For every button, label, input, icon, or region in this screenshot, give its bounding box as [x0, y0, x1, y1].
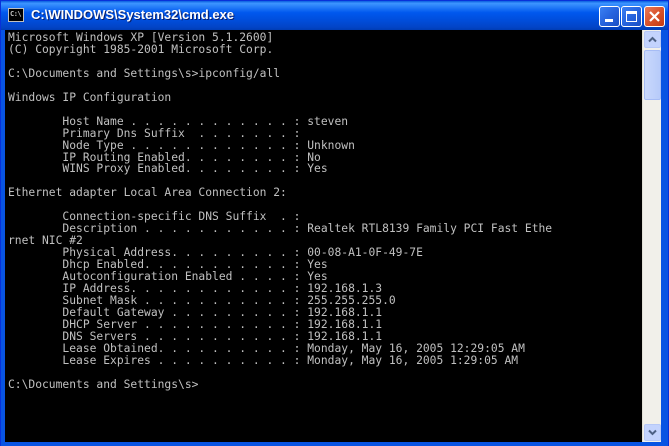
window-title: C:\WINDOWS\System32\cmd.exe — [31, 7, 235, 22]
console-output[interactable]: Microsoft Windows XP [Version 5.1.2600] … — [5, 30, 642, 442]
console-text: Microsoft Windows XP [Version 5.1.2600] … — [5, 30, 642, 391]
cmd-app-icon[interactable]: C:\ — [8, 8, 24, 22]
maximize-button[interactable] — [621, 6, 642, 27]
close-button[interactable] — [644, 6, 665, 27]
console-line: Lease Expires . . . . . . . . . . : Mond… — [8, 353, 519, 367]
console-line: C:\Documents and Settings\s> — [8, 377, 199, 391]
console-line: C:\Documents and Settings\s>ipconfig/all — [8, 66, 281, 80]
minimize-button[interactable] — [599, 6, 620, 27]
cmd-icon-label: C:\ — [10, 10, 22, 18]
console-line: Windows IP Configuration — [8, 90, 172, 104]
chevron-up-icon — [648, 36, 657, 43]
vertical-scrollbar[interactable] — [642, 30, 661, 442]
cmd-window: C:\ C:\WINDOWS\System32\cmd.exe Microsof… — [0, 0, 669, 446]
chevron-down-icon — [648, 429, 657, 436]
console-line: (C) Copyright 1985-2001 Microsoft Corp. — [8, 42, 274, 56]
scrollbar-thumb[interactable] — [644, 50, 661, 100]
scroll-up-button[interactable] — [644, 31, 661, 48]
console-line: WINS Proxy Enabled. . . . . . . . : Yes — [8, 162, 328, 176]
console-line: Ethernet adapter Local Area Connection 2… — [8, 186, 287, 200]
scroll-down-button[interactable] — [644, 424, 661, 441]
console-line: Description . . . . . . . . . . . : Real… — [8, 222, 553, 236]
window-frame-right — [661, 30, 668, 446]
title-bar[interactable]: C:\ C:\WINDOWS\System32\cmd.exe — [1, 1, 668, 30]
minimize-icon — [605, 19, 613, 22]
maximize-icon — [626, 11, 637, 22]
close-icon — [649, 11, 660, 22]
window-frame-bottom — [1, 442, 668, 446]
